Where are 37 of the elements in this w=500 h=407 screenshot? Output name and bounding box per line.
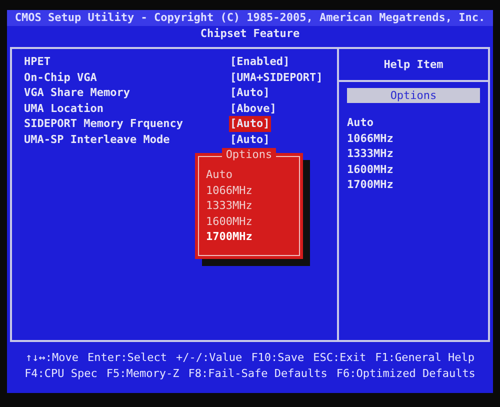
setting-label[interactable]: UMA-SP Interleave Mode (24, 132, 229, 148)
popup-option[interactable]: 1333MHz (206, 198, 252, 214)
key-hint: F1:General Help (375, 350, 474, 366)
setting-value[interactable]: [Auto] (229, 85, 271, 101)
key-hint: +/-/:Value (176, 350, 242, 366)
key-hint: F6:Optimized Defaults (336, 366, 476, 382)
setting-label[interactable]: HPET (24, 54, 229, 70)
help-title: Help Item (339, 49, 488, 82)
help-text: 1333MHz (347, 146, 394, 162)
setting-label[interactable]: UMA Location (24, 100, 229, 116)
help-text: Auto (347, 115, 374, 130)
setting-value[interactable]: [Auto] (229, 132, 271, 148)
key-hint: F10:Save (251, 350, 304, 366)
key-hint: ↑↓↔:Move (25, 350, 78, 366)
popup-option[interactable]: 1700MHz (206, 229, 252, 244)
help-text: 1066MHz (347, 130, 394, 146)
help-text: 1700MHz (347, 177, 394, 192)
key-hint: F8:Fail-Safe Defaults (188, 366, 328, 382)
popup-option[interactable]: 1600MHz (206, 214, 252, 229)
key-hint: F4:CPU Spec (24, 366, 98, 382)
popup-option[interactable]: 1066MHz (206, 182, 252, 198)
help-section-header: Options (347, 88, 480, 103)
setting-value[interactable]: [Above] (229, 100, 278, 116)
popup-title: Options (222, 148, 276, 161)
key-hint: F5:Memory-Z (106, 366, 180, 382)
screen-title: CMOS Setup Utility - Copyright (C) 1985-2005, American Megatrends, Inc. (7, 10, 493, 26)
key-hint: Enter:Select (87, 350, 167, 366)
page-subtitle: Chipset Feature (200, 26, 300, 42)
setting-value[interactable]: [Auto] (229, 116, 271, 132)
setting-label[interactable]: SIDEPORT Memory Frquency (24, 116, 229, 132)
help-text: 1600MHz (347, 162, 394, 177)
setting-label[interactable]: On-Chip VGA (24, 70, 229, 86)
setting-value[interactable]: [UMA+SIDEPORT] (229, 70, 324, 86)
key-hint: ESC:Exit (313, 350, 366, 366)
setting-label[interactable]: VGA Share Memory (24, 85, 229, 101)
popup-option[interactable]: Auto (206, 167, 232, 182)
setting-value[interactable]: [Enabled] (229, 54, 291, 70)
